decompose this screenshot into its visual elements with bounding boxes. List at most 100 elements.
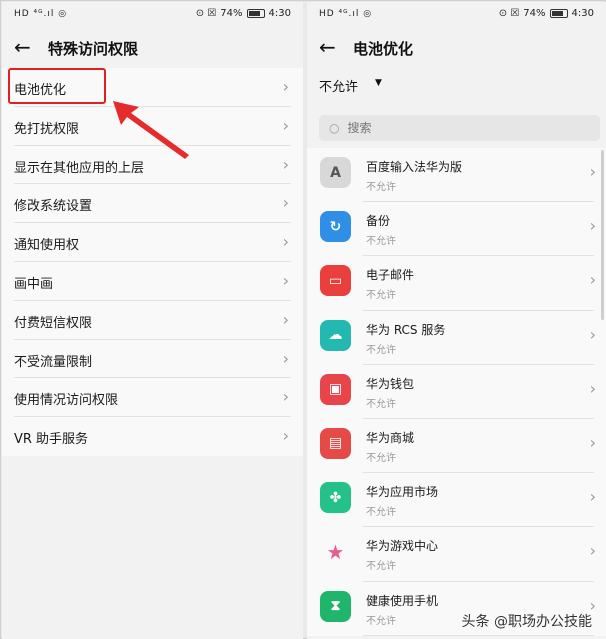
scrollbar[interactable]: [601, 150, 604, 320]
app-list-item[interactable]: A 百度输入法华为版 不允许 ›: [307, 148, 606, 203]
chevron-right-icon: ›: [282, 387, 289, 407]
app-list-item[interactable]: ▤ 华为商城不允许 ›: [307, 419, 606, 474]
permission-label: VR 助手服务: [14, 432, 89, 448]
app-list-item[interactable]: ▣ 华为钱包不允许 ›: [307, 365, 606, 419]
permission-item[interactable]: 电池优化 ›: [14, 68, 291, 107]
status-icons: ⊙ ☒: [498, 8, 520, 19]
app-list: A 百度输入法华为版 不允许 › ↻ 备份 不允许 › ▭ 电子邮件 不允许 › ☁ 华为 RCS 服务不…: [307, 148, 606, 636]
chevron-right-icon: ›: [282, 232, 289, 252]
chevron-right-icon: ›: [589, 324, 596, 344]
app-status: 不允许: [366, 344, 396, 356]
status-right: ⊙ ☒ 74% 4:30: [499, 8, 594, 19]
chevron-right-icon: ›: [282, 193, 289, 213]
page-title: 电池优化: [353, 40, 414, 58]
title-bar: ← 电池优化: [307, 28, 606, 68]
app-status: 不允许: [366, 452, 396, 464]
permission-label: 付费短信权限: [14, 315, 93, 331]
chevron-right-icon: ›: [282, 426, 289, 446]
chevron-right-icon: ›: [589, 270, 596, 290]
permission-item[interactable]: VR 助手服务 ›: [14, 417, 291, 456]
clock: 4:30: [571, 8, 594, 19]
app-name: 电子邮件: [366, 268, 415, 283]
app-icon: ▣: [320, 373, 351, 405]
app-name: 华为游戏中心: [366, 539, 439, 554]
back-arrow-icon[interactable]: ←: [319, 35, 336, 59]
filter-value: 不允许: [319, 80, 359, 95]
filter-dropdown[interactable]: 不允许 ▼: [307, 68, 606, 108]
back-arrow-icon[interactable]: ←: [14, 35, 31, 59]
chevron-right-icon: ›: [282, 309, 289, 329]
permission-item[interactable]: 付费短信权限 ›: [14, 301, 291, 340]
app-status: 不允许: [366, 182, 396, 193]
app-icon: ▤: [320, 427, 351, 459]
permission-item[interactable]: 修改系统设置 ›: [14, 184, 291, 224]
app-name: 华为商城: [366, 430, 415, 445]
caret-down-icon: ▼: [375, 78, 382, 88]
app-status: 不允许: [366, 290, 396, 302]
special-access-screen: HD ⁴ᴳ.ıl ◎ ⊙ ☒ 74% 4:30 ← 特殊访问权限 电池优化 › 免打…: [2, 2, 303, 639]
signal-icons: HD ⁴ᴳ.ıl ◎: [319, 9, 373, 19]
app-icon: ▭: [320, 265, 351, 297]
permission-label: 不受流量限制: [14, 354, 93, 370]
chevron-right-icon: ›: [589, 162, 596, 181]
permission-item[interactable]: 不受流量限制 ›: [14, 340, 291, 379]
app-list-item[interactable]: ▭ 电子邮件不允许 ›: [307, 256, 606, 311]
app-status: 不允许: [366, 236, 396, 248]
permission-label: 电池优化: [14, 83, 67, 98]
chevron-right-icon: ›: [282, 115, 289, 135]
app-icon: ⧗: [320, 590, 351, 622]
app-list-item[interactable]: ✤ 华为应用市场 不允许 ›: [307, 473, 606, 528]
chevron-right-icon: ›: [589, 378, 596, 398]
battery-percent: 74%: [220, 8, 243, 19]
search-box[interactable]: ○: [319, 115, 600, 141]
permission-label: 免打扰权限: [14, 121, 80, 137]
app-name: 华为钱包: [366, 376, 415, 391]
search-icon: ○: [329, 121, 340, 135]
permission-label: 修改系统设置: [14, 199, 93, 215]
battery-percent: 74%: [523, 8, 546, 19]
permission-label: 显示在其他应用的上层: [14, 160, 145, 176]
app-icon: ☁: [320, 319, 351, 351]
signal-icons: HD ⁴ᴳ.ıl ◎: [14, 9, 68, 19]
chevron-right-icon: ›: [589, 541, 596, 561]
permission-item[interactable]: 显示在其他应用的上层 ›: [14, 146, 291, 185]
app-list-item[interactable]: ↻ 备份 不允许 ›: [307, 202, 606, 257]
app-name: 百度输入法华为版: [366, 160, 463, 174]
chevron-right-icon: ›: [282, 77, 289, 96]
permission-label: 通知使用权: [14, 238, 80, 254]
watermark: 头条 @职场办公技能: [461, 614, 592, 630]
clock: 4:30: [268, 8, 291, 19]
divider: [363, 634, 594, 636]
search-input[interactable]: [347, 121, 548, 135]
app-status: 不允许: [366, 561, 396, 573]
chevron-right-icon: ›: [282, 270, 289, 290]
app-icon: ★: [320, 536, 351, 568]
app-list-item[interactable]: ★ 华为游戏中心 不允许 ›: [307, 527, 606, 582]
title-bar: ← 特殊访问权限: [2, 28, 303, 68]
app-name: 华为应用市场: [366, 485, 439, 500]
status-right: ⊙ ☒ 74% 4:30: [196, 8, 291, 19]
app-status: 不允许: [366, 507, 396, 519]
permission-item[interactable]: 画中画 ›: [14, 262, 291, 301]
permission-item[interactable]: 免打扰权限 ›: [14, 107, 291, 146]
screenshot-frame: HD ⁴ᴳ.ıl ◎ ⊙ ☒ 74% 4:30 ← 特殊访问权限 电池优化 › 免打…: [0, 0, 606, 639]
permission-item[interactable]: 使用情况访问权限 ›: [14, 378, 291, 418]
chevron-right-icon: ›: [282, 348, 289, 368]
app-status: 不允许: [366, 398, 396, 410]
permission-label: 画中画: [14, 276, 54, 292]
battery-optimization-screen: HD ⁴ᴳ.ıl ◎ ⊙ ☒ 74% 4:30 ← 电池优化 不允许 ▼ ○ A…: [307, 2, 606, 639]
permission-list: 电池优化 › 免打扰权限 › 显示在其他应用的上层 › 修改系统设置 › 通知使用权 › 画中画 › 付…: [2, 68, 303, 456]
permission-item[interactable]: 通知使用权 ›: [14, 223, 291, 262]
app-list-item[interactable]: ☁ 华为 RCS 服务 不允许 ›: [307, 311, 606, 365]
chevron-right-icon: ›: [589, 432, 596, 452]
battery-icon: [246, 9, 265, 18]
app-status: 不允许: [366, 615, 396, 627]
app-icon: ✤: [320, 482, 351, 514]
chevron-right-icon: ›: [282, 154, 289, 174]
app-icon: A: [320, 157, 351, 188]
app-name: 备份: [366, 214, 391, 229]
status-bar: HD ⁴ᴳ.ıl ◎ ⊙ ☒ 74% 4:30: [307, 2, 606, 28]
permission-label: 使用情况访问权限: [14, 393, 119, 409]
chevron-right-icon: ›: [589, 216, 596, 236]
page-title: 特殊访问权限: [48, 40, 139, 58]
